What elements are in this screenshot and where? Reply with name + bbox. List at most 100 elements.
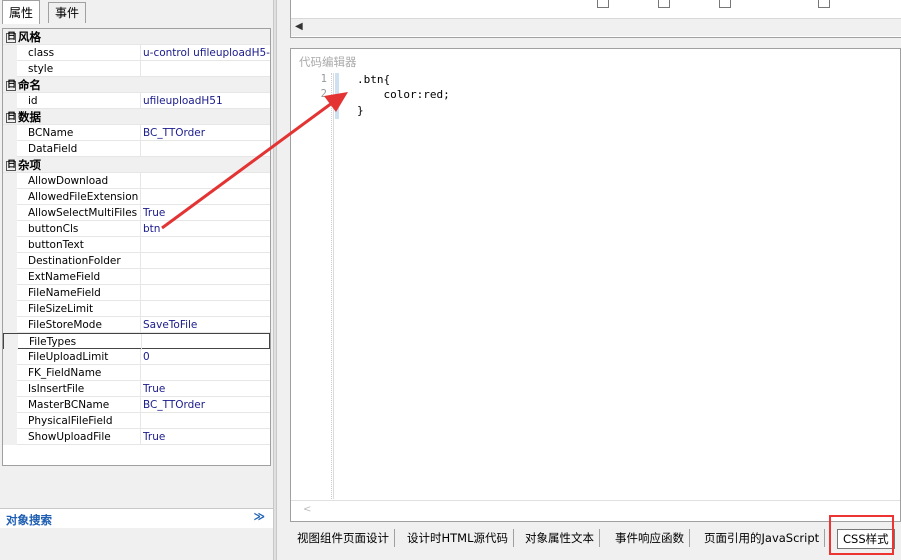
property-row[interactable]: ShowUploadFile True [3, 429, 270, 445]
chevron-down-icon[interactable]: ≫ [253, 510, 265, 523]
row-gutter [3, 301, 17, 317]
property-row[interactable]: FileUploadLimit 0 [3, 349, 270, 365]
property-category[interactable]: 日风格 [3, 29, 270, 45]
property-value[interactable]: 0 [140, 349, 270, 365]
code-editor[interactable]: 代码编辑器 1 2 .btn{ color:red; } < [290, 48, 901, 522]
grid-checkbox[interactable] [658, 0, 670, 8]
property-row[interactable]: FileTypes [3, 333, 270, 350]
property-value[interactable] [140, 301, 270, 317]
object-search-bar[interactable]: 对象搜索 ≫ [0, 508, 273, 529]
property-category[interactable]: 日数据 [3, 109, 270, 125]
object-search-label: 对象搜索 [6, 513, 52, 527]
row-gutter [3, 237, 17, 253]
property-row[interactable]: AllowedFileExtensions [3, 189, 270, 205]
property-name: AllowedFileExtensions [28, 191, 138, 203]
property-value[interactable]: ufileuploadH51 [140, 93, 270, 109]
property-row[interactable]: ExtNameField [3, 269, 270, 285]
panel-splitter[interactable] [273, 0, 277, 560]
property-value[interactable] [140, 189, 270, 205]
row-gutter [3, 189, 17, 205]
tab-properties[interactable]: 属性 [2, 0, 41, 24]
property-row[interactable]: DataField [3, 141, 270, 157]
property-row[interactable]: FK_FieldName [3, 365, 270, 381]
property-value[interactable]: True [140, 429, 270, 445]
row-gutter [4, 334, 18, 350]
property-name: id [28, 95, 38, 107]
code-line[interactable]: color:red; [357, 88, 449, 101]
property-value[interactable] [140, 413, 270, 429]
property-name: AllowSelectMultiFiles [28, 207, 138, 219]
row-gutter [3, 125, 17, 141]
grid-checkbox[interactable] [818, 0, 830, 8]
row-gutter [3, 61, 17, 77]
property-category[interactable]: 日命名 [3, 77, 270, 93]
row-gutter [3, 285, 17, 301]
property-value[interactable] [140, 365, 270, 381]
property-row[interactable]: buttonText [3, 237, 270, 253]
collapse-icon[interactable]: 日 [6, 112, 16, 123]
scroll-left-icon[interactable]: < [303, 504, 311, 515]
category-label: 日杂项 [6, 158, 41, 172]
property-row[interactable]: AllowDownload [3, 173, 270, 189]
property-row[interactable]: FileNameField [3, 285, 270, 301]
tab-referenced-javascript[interactable]: 页面引用的JavaScript [699, 529, 826, 547]
property-row[interactable]: AllowSelectMultiFiles True [3, 205, 270, 221]
tab-events[interactable]: 事件 [48, 2, 87, 23]
bottom-tab-bar: 视图组件页面设计 设计时HTML源代码 对象属性文本 事件响应函数 页面引用的J… [290, 526, 901, 560]
tab-html-source[interactable]: 设计时HTML源代码 [402, 529, 515, 547]
property-row[interactable]: class u-control ufileuploadH5-con [3, 45, 270, 61]
indent-guide [331, 73, 333, 503]
property-row[interactable]: PhysicalFileField [3, 413, 270, 429]
property-value[interactable]: True [140, 381, 270, 397]
property-name: buttonCls [28, 223, 79, 235]
scroll-left-icon[interactable]: ◀ [295, 21, 303, 32]
property-row[interactable]: id ufileuploadH51 [3, 93, 270, 109]
property-value[interactable]: BC_TTOrder [140, 397, 270, 413]
tab-view-design[interactable]: 视图组件页面设计 [292, 529, 395, 547]
property-value[interactable] [140, 269, 270, 285]
property-row[interactable]: style [3, 61, 270, 77]
property-row[interactable]: MasterBCName BC_TTOrder [3, 397, 270, 413]
property-row[interactable]: buttonCls btn [3, 221, 270, 237]
property-value[interactable] [141, 334, 270, 350]
property-name: ShowUploadFile [28, 431, 111, 443]
property-row[interactable]: BCName BC_TTOrder [3, 125, 270, 141]
property-value[interactable] [140, 173, 270, 189]
category-label: 日数据 [6, 110, 41, 124]
property-value[interactable] [140, 61, 270, 77]
property-value[interactable] [140, 237, 270, 253]
property-value[interactable]: u-control ufileuploadH5-con [140, 45, 270, 61]
property-row[interactable]: FileSizeLimit [3, 301, 270, 317]
property-row[interactable]: IsInsertFile True [3, 381, 270, 397]
collapse-icon[interactable]: 日 [6, 32, 16, 43]
property-value[interactable] [140, 141, 270, 157]
grid-checkbox[interactable] [597, 0, 609, 8]
property-category[interactable]: 日杂项 [3, 157, 270, 173]
property-value[interactable]: True [140, 205, 270, 221]
collapse-icon[interactable]: 日 [6, 160, 16, 171]
property-row[interactable]: DestinationFolder [3, 253, 270, 269]
row-gutter [3, 365, 17, 381]
property-value[interactable]: SaveToFile [140, 317, 270, 333]
editor-horizontal-scrollbar[interactable]: < [291, 500, 900, 521]
grid-checkbox[interactable] [719, 0, 731, 8]
code-line[interactable]: .btn{ [357, 73, 390, 86]
property-name: BCName [28, 127, 74, 139]
code-line[interactable]: } [357, 104, 364, 117]
highlight-box [829, 515, 894, 555]
property-name: FileStoreMode [28, 319, 102, 331]
property-name: DestinationFolder [28, 255, 121, 267]
property-row[interactable]: FileStoreMode SaveToFile [3, 317, 270, 333]
tab-object-properties-text[interactable]: 对象属性文本 [520, 529, 600, 547]
property-value[interactable] [140, 253, 270, 269]
line-number: 2 [320, 88, 327, 100]
row-gutter [3, 269, 17, 285]
property-value[interactable]: btn [140, 221, 270, 237]
property-name: style [28, 63, 54, 75]
left-footer [0, 528, 273, 560]
horizontal-scrollbar[interactable]: ◀ [291, 18, 901, 36]
collapse-icon[interactable]: 日 [6, 80, 16, 91]
property-value[interactable]: BC_TTOrder [140, 125, 270, 141]
property-value[interactable] [140, 285, 270, 301]
tab-event-functions[interactable]: 事件响应函数 [610, 529, 690, 547]
